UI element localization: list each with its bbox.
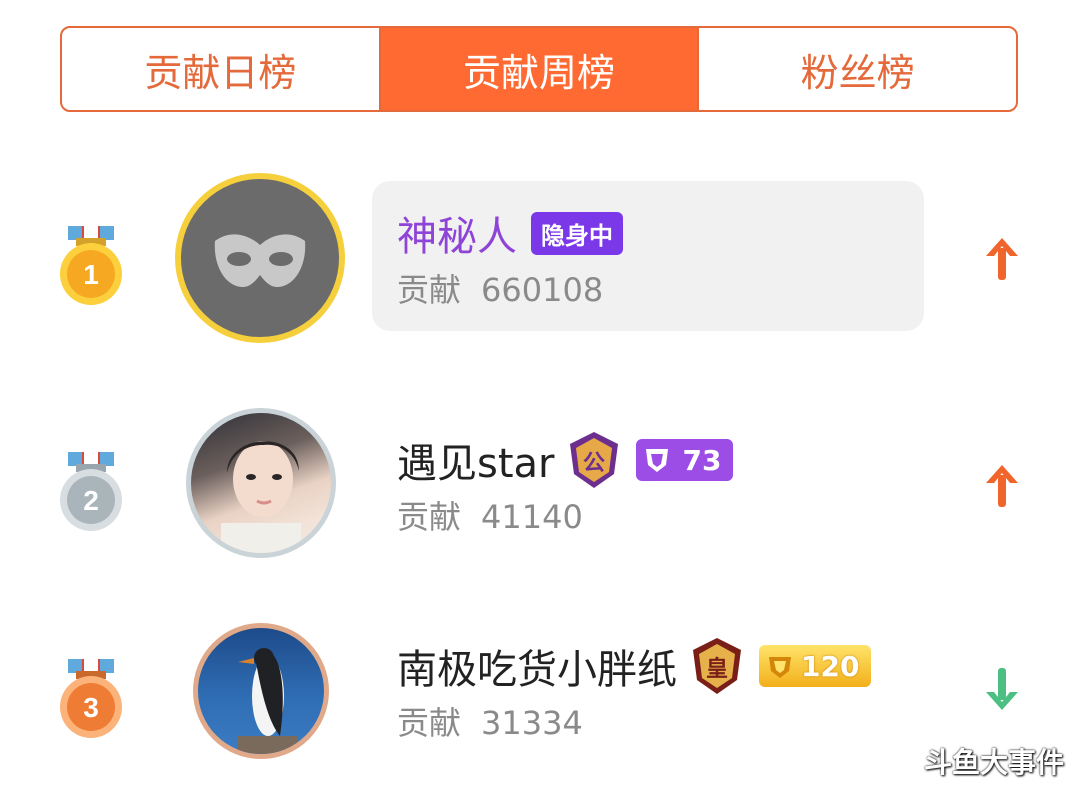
noble-rank-text: 公: [583, 451, 605, 476]
tab-weekly-contribution[interactable]: 贡献周榜: [378, 28, 698, 110]
trend-down-icon: [986, 668, 1018, 710]
contribution-label: 贡献: [397, 704, 462, 742]
contribution: 贡献 41140: [397, 492, 733, 538]
avatar[interactable]: [175, 173, 345, 343]
contribution: 贡献 660108: [397, 265, 623, 311]
level-number: 73: [682, 443, 722, 477]
mask-icon: [214, 234, 306, 287]
username: 神秘人: [397, 214, 517, 260]
contribution: 贡献 31334: [397, 698, 871, 744]
username: 南极吃货小胖纸: [397, 647, 677, 693]
avatar[interactable]: [193, 623, 329, 759]
hidden-status-badge: 隐身中: [531, 211, 623, 255]
tab-fans[interactable]: 粉丝榜: [697, 28, 1016, 110]
avatar[interactable]: [186, 408, 336, 558]
watermark: 斗鱼大事件: [923, 746, 1064, 779]
crown-shield-icon: [769, 657, 791, 678]
contribution-value: 660108: [481, 271, 604, 309]
level-badge: 73: [636, 439, 734, 481]
noble-rank-badge-icon: 公: [570, 432, 619, 488]
rank-number: 2: [83, 485, 99, 516]
noble-rank-badge-icon: 皇: [693, 638, 741, 694]
username: 遇见star: [397, 441, 555, 487]
contribution-label: 贡献: [397, 498, 462, 536]
trend-up-icon: [986, 465, 1018, 507]
trend-up-icon: [986, 238, 1018, 280]
gold-medal-icon: 1: [60, 226, 122, 305]
leaderboard-tabs: 贡献日榜 贡献周榜 粉丝榜: [60, 26, 1018, 112]
shield-icon: [646, 449, 669, 472]
contribution-label: 贡献: [397, 271, 462, 309]
bronze-medal-icon: 3: [60, 659, 122, 738]
noble-rank-text: 皇: [706, 656, 728, 682]
level-number: 120: [801, 649, 860, 683]
tab-daily-contribution[interactable]: 贡献日榜: [62, 28, 379, 110]
contribution-value: 41140: [481, 498, 583, 536]
level-badge: 120: [759, 645, 872, 687]
contribution-value: 31334: [481, 704, 583, 742]
rank-number: 3: [83, 692, 99, 723]
silver-medal-icon: 2: [60, 452, 122, 531]
rank-number: 1: [83, 259, 99, 290]
user-photo-icon: [221, 441, 301, 553]
penguin-photo-icon: [238, 648, 298, 754]
